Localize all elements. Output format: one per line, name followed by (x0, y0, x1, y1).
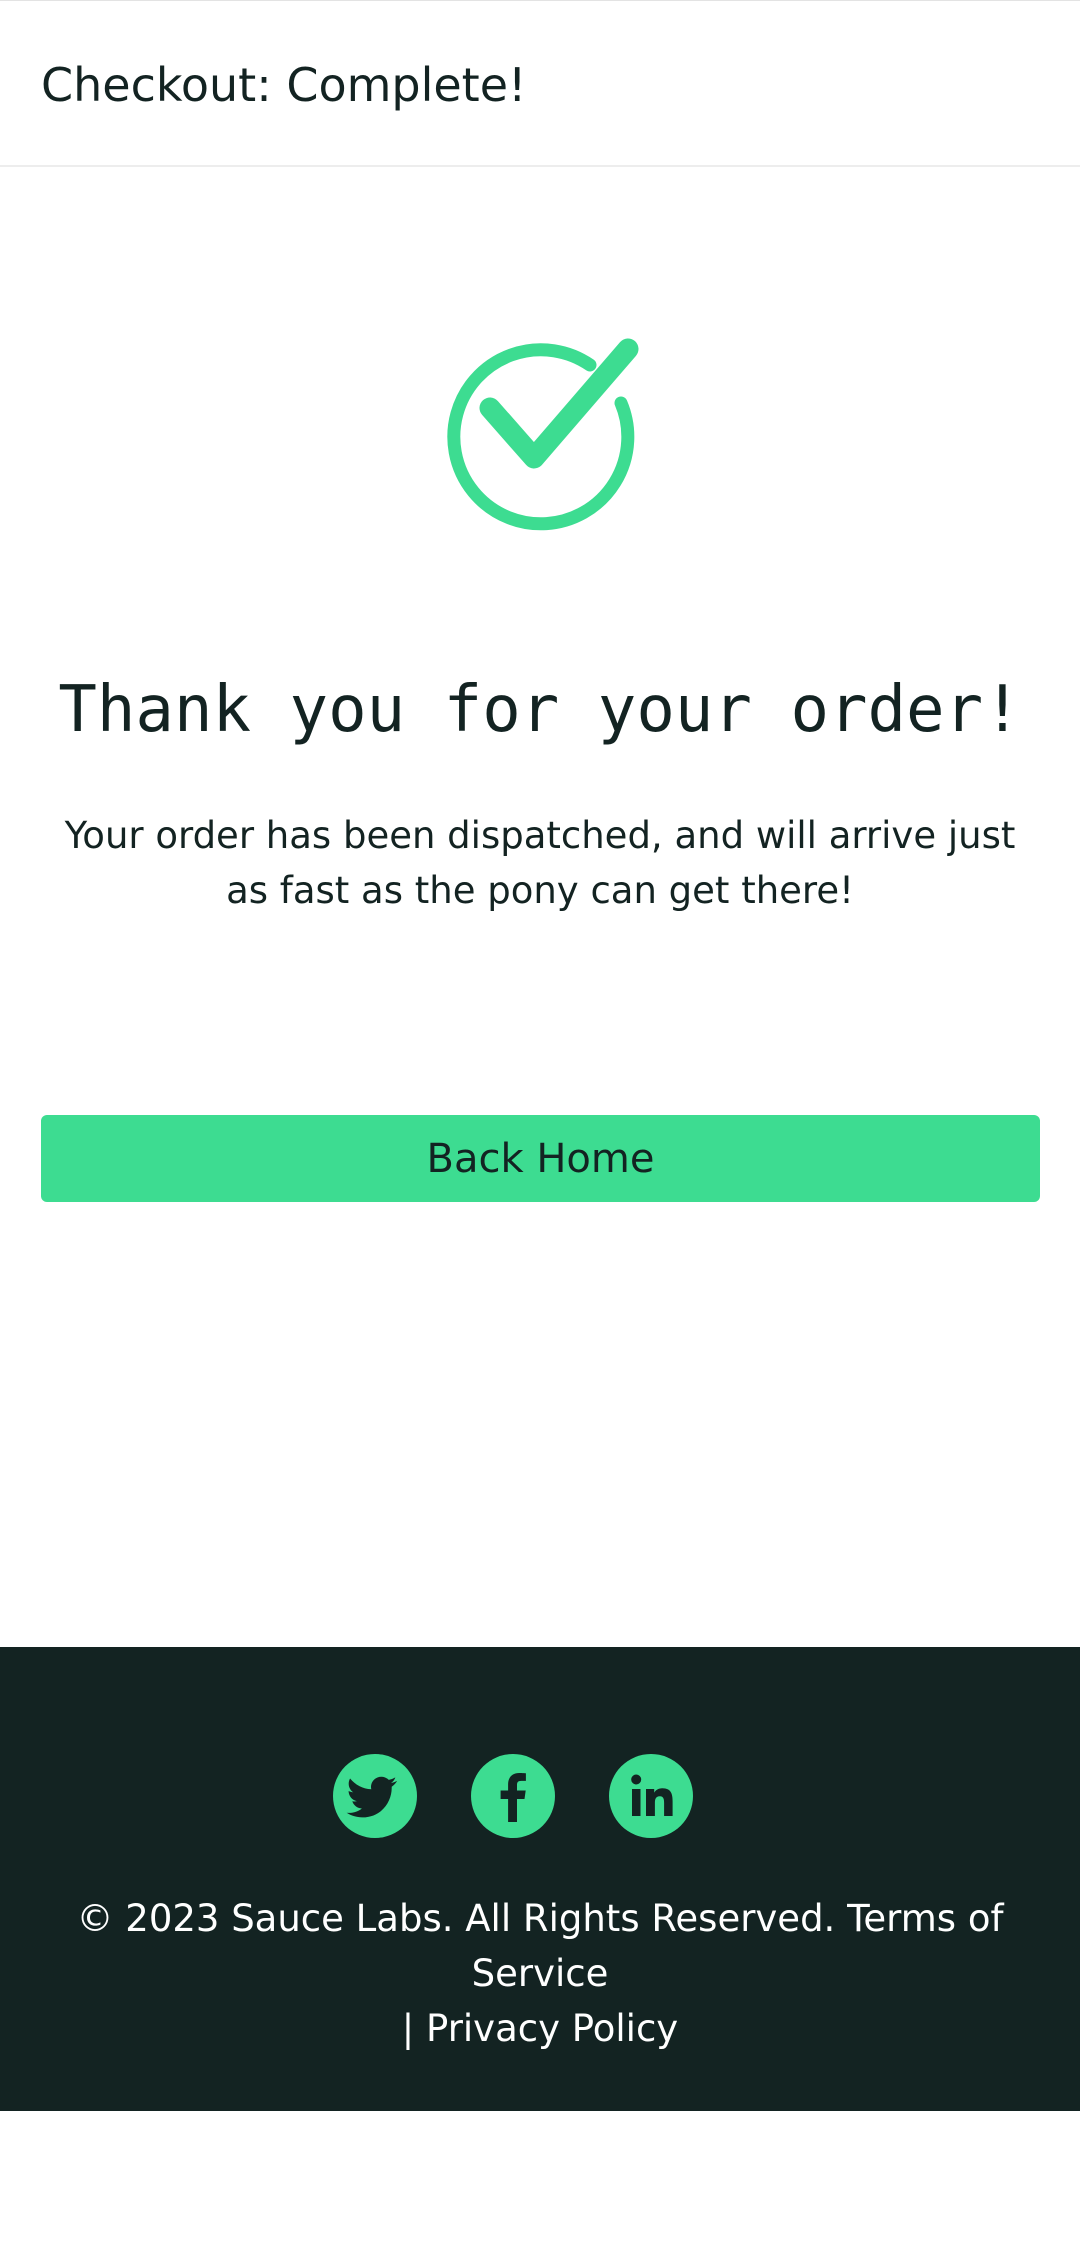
footer: © 2023 Sauce Labs. All Rights Reserved. … (0, 1647, 1080, 2111)
dispatch-message: Your order has been dispatched, and will… (64, 814, 1016, 912)
twitter-icon[interactable] (333, 1754, 417, 1838)
page-title: Checkout: Complete! (41, 58, 527, 112)
footer-copyright: © 2023 Sauce Labs. All Rights Reserved. … (20, 1891, 1060, 2056)
linkedin-icon[interactable] (609, 1754, 693, 1838)
privacy-policy-link[interactable]: Privacy Policy (426, 2007, 678, 2050)
facebook-icon[interactable] (471, 1754, 555, 1838)
thank-you-heading: Thank you for your order! (58, 673, 1022, 747)
checkmark-circle-icon (437, 337, 642, 537)
copyright-text: © 2023 Sauce Labs. All Rights Reserved. (76, 1897, 836, 1940)
header: Checkout: Complete! (0, 0, 1080, 167)
back-home-button[interactable]: Back Home (41, 1115, 1040, 1202)
footer-separator: | (401, 2007, 415, 2050)
checkout-complete-page: Checkout: Complete! Thank you for your o… (0, 0, 1080, 2265)
